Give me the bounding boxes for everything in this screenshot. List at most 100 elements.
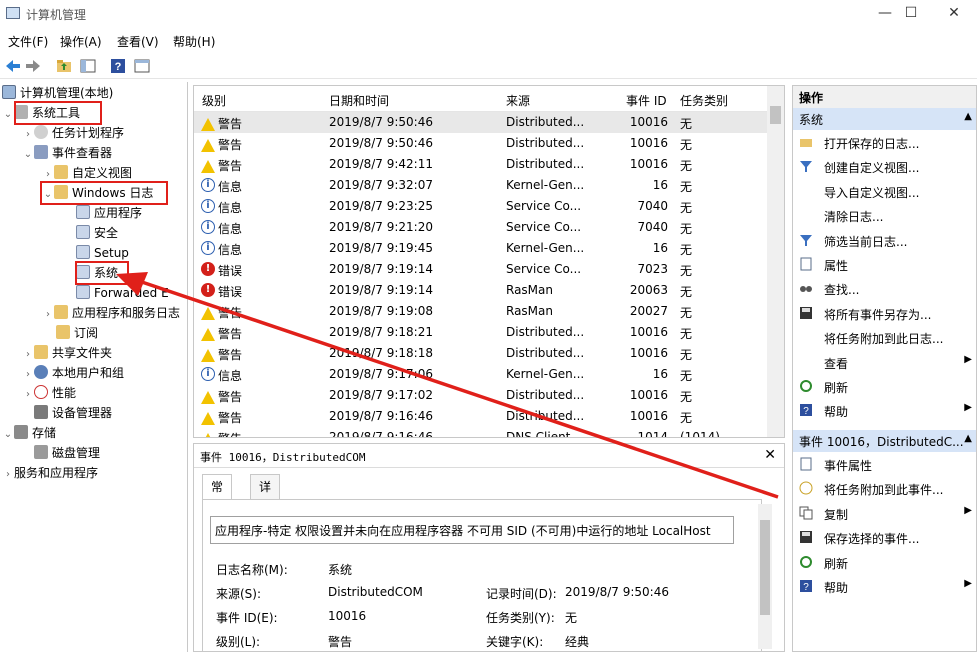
tree-item-subscriptions[interactable]: 订阅 <box>56 323 98 343</box>
col-header-datetime[interactable]: 日期和时间 <box>329 92 389 109</box>
table-row[interactable]: 警告 2019/8/7 9:16:46 Distributed... 10016 无 <box>194 406 769 427</box>
close-button[interactable]: ✕ <box>931 0 977 28</box>
tree-item-services-apps[interactable]: › 服务和应用程序 <box>2 463 98 483</box>
tree-item-root[interactable]: 计算机管理(本地) <box>2 83 113 103</box>
show-hide-action-pane-icon[interactable] <box>133 57 151 75</box>
action-item[interactable]: 将任务附加到此日志... <box>793 327 976 349</box>
action-item[interactable]: 打开保存的日志... <box>793 132 976 154</box>
keywords-label: 关键字(K): <box>486 635 544 649</box>
action-item[interactable]: 将所有事件另存为... <box>793 303 976 325</box>
action-item[interactable]: 将任务附加到此事件... <box>793 478 976 500</box>
chevron-right-icon[interactable]: › <box>22 345 34 365</box>
tree-item-forwarded[interactable]: Forwarded E <box>76 283 169 303</box>
menu-action[interactable]: 操作(A) <box>60 33 102 50</box>
collapse-icon[interactable]: ▲ <box>964 433 972 444</box>
cell-level: 信息 <box>218 201 243 215</box>
chevron-right-icon[interactable]: › <box>22 385 34 405</box>
col-header-source[interactable]: 来源 <box>506 92 530 109</box>
action-item[interactable]: 复制 ▶ <box>793 503 976 525</box>
menu-file[interactable]: 文件(F) <box>8 33 48 50</box>
chevron-down-icon[interactable]: ⌄ <box>2 105 14 125</box>
menu-view[interactable]: 查看(V) <box>117 33 159 50</box>
col-header-event-id[interactable]: 事件 ID <box>626 92 667 109</box>
chevron-down-icon[interactable]: ⌄ <box>22 145 34 165</box>
table-row[interactable]: 警告 2019/8/7 9:17:02 Distributed... 10016 无 <box>194 385 769 406</box>
action-item[interactable]: 刷新 <box>793 376 976 398</box>
cell-level: 信息 <box>218 369 243 383</box>
action-item[interactable]: 创建自定义视图... <box>793 156 976 178</box>
tree-item-event-viewer[interactable]: ⌄ 事件查看器 <box>22 143 112 163</box>
table-row[interactable]: i 信息 2019/8/7 9:17:06 Kernel-Gen... 16 无 <box>194 364 769 385</box>
tree-item-storage[interactable]: ⌄ 存储 <box>2 423 56 443</box>
table-row[interactable]: 警告 2019/8/7 9:42:11 Distributed... 10016 无 <box>194 154 769 175</box>
table-row[interactable]: ! 错误 2019/8/7 9:19:14 Service Co... 7023 无 <box>194 259 769 280</box>
table-row[interactable]: 警告 2019/8/7 9:16:46 DNS Client... 1014 (1014… <box>194 427 769 437</box>
action-item[interactable]: 清除日志... <box>793 205 976 227</box>
tree-item-device-manager[interactable]: 设备管理器 <box>34 403 112 423</box>
tree-item-local-users[interactable]: › 本地用户和组 <box>22 363 124 383</box>
table-row[interactable]: 警告 2019/8/7 9:18:21 Distributed... 10016 无 <box>194 322 769 343</box>
event-message[interactable]: 应用程序-特定 权限设置并未向在应用程序容器 不可用 SID (不可用)中运行的… <box>210 516 734 544</box>
action-item[interactable]: 导入自定义视图... <box>793 181 976 203</box>
tree-item-security[interactable]: 安全 <box>76 223 118 243</box>
action-item[interactable]: 保存选择的事件... <box>793 527 976 549</box>
action-item[interactable]: ? 帮助 ▶ <box>793 400 976 422</box>
show-hide-tree-icon[interactable] <box>79 57 97 75</box>
menu-help[interactable]: 帮助(H) <box>173 33 215 50</box>
action-item[interactable]: 查找... <box>793 278 976 300</box>
cell-level: 信息 <box>218 180 243 194</box>
back-arrow-icon[interactable] <box>4 57 22 75</box>
table-row[interactable]: i 信息 2019/8/7 9:19:45 Kernel-Gen... 16 无 <box>194 238 769 259</box>
help-icon[interactable]: ? <box>109 57 127 75</box>
table-row[interactable]: 警告 2019/8/7 9:50:46 Distributed... 10016 无 <box>194 112 769 133</box>
tree-item-disk-management[interactable]: 磁盘管理 <box>34 443 100 463</box>
tree-item-setup[interactable]: Setup <box>76 243 129 263</box>
chevron-right-icon[interactable]: › <box>22 365 34 385</box>
maximize-button[interactable]: ☐ <box>888 0 934 28</box>
scrollbar-thumb[interactable] <box>770 106 781 124</box>
chevron-right-icon[interactable]: › <box>42 305 54 325</box>
info-icon: i <box>201 199 215 213</box>
actions-section-system[interactable]: 系统 ▲ <box>793 108 976 130</box>
table-row[interactable]: ! 错误 2019/8/7 9:19:14 RasMan 20063 无 <box>194 280 769 301</box>
action-label: 刷新 <box>824 556 849 571</box>
table-row[interactable]: 警告 2019/8/7 9:50:46 Distributed... 10016 无 <box>194 133 769 154</box>
actions-section-event[interactable]: 事件 10016，DistributedC... ▲ <box>793 430 976 452</box>
col-header-level[interactable]: 级别 <box>202 92 226 109</box>
cell-task-category: 无 <box>680 180 693 194</box>
table-row[interactable]: 警告 2019/8/7 9:19:08 RasMan 20027 无 <box>194 301 769 322</box>
grid-scrollbar[interactable] <box>767 86 784 437</box>
tree-item-apps-services-logs[interactable]: › 应用程序和服务日志 <box>42 303 180 323</box>
svg-text:?: ? <box>115 61 122 73</box>
tab-details[interactable]: 详细信息 <box>250 474 281 566</box>
col-header-task-category[interactable]: 任务类别 <box>680 92 728 109</box>
tree-item-performance[interactable]: › 性能 <box>22 383 76 403</box>
chevron-right-icon[interactable]: › <box>2 465 14 485</box>
action-item[interactable]: 事件属性 <box>793 454 976 476</box>
table-row[interactable]: i 信息 2019/8/7 9:21:20 Service Co... 7040 无 <box>194 217 769 238</box>
detail-scrollbar[interactable] <box>758 504 772 649</box>
action-item[interactable]: 查看 ▶ <box>793 352 976 374</box>
up-folder-icon[interactable] <box>55 57 73 75</box>
action-item[interactable]: ? 帮助 ▶ <box>793 576 976 598</box>
cell-datetime: 2019/8/7 9:17:06 <box>329 367 433 381</box>
tab-general[interactable]: 常规 <box>202 474 233 518</box>
collapse-icon[interactable]: ▲ <box>964 111 972 122</box>
close-icon[interactable]: ✕ <box>764 447 776 463</box>
action-item[interactable]: 筛选当前日志... <box>793 230 976 252</box>
level-value: 警告 <box>328 635 353 649</box>
tree-item-task-scheduler[interactable]: › 任务计划程序 <box>22 123 124 143</box>
chevron-down-icon[interactable]: ⌄ <box>2 425 14 445</box>
tree-item-shared-folders[interactable]: › 共享文件夹 <box>22 343 112 363</box>
table-row[interactable]: i 信息 2019/8/7 9:23:25 Service Co... 7040 无 <box>194 196 769 217</box>
table-row[interactable]: i 信息 2019/8/7 9:32:07 Kernel-Gen... 16 无 <box>194 175 769 196</box>
action-item[interactable]: 刷新 <box>793 552 976 574</box>
action-label: 创建自定义视图... <box>824 161 920 176</box>
table-row[interactable]: 警告 2019/8/7 9:18:18 Distributed... 10016 无 <box>194 343 769 364</box>
tree-item-application[interactable]: 应用程序 <box>76 203 142 223</box>
scrollbar-thumb[interactable] <box>760 520 770 615</box>
action-item[interactable]: 属性 <box>793 254 976 276</box>
forward-arrow-icon[interactable] <box>24 57 42 75</box>
chevron-right-icon[interactable]: › <box>22 125 34 145</box>
tree-item-custom-views[interactable]: › 自定义视图 <box>42 163 132 183</box>
